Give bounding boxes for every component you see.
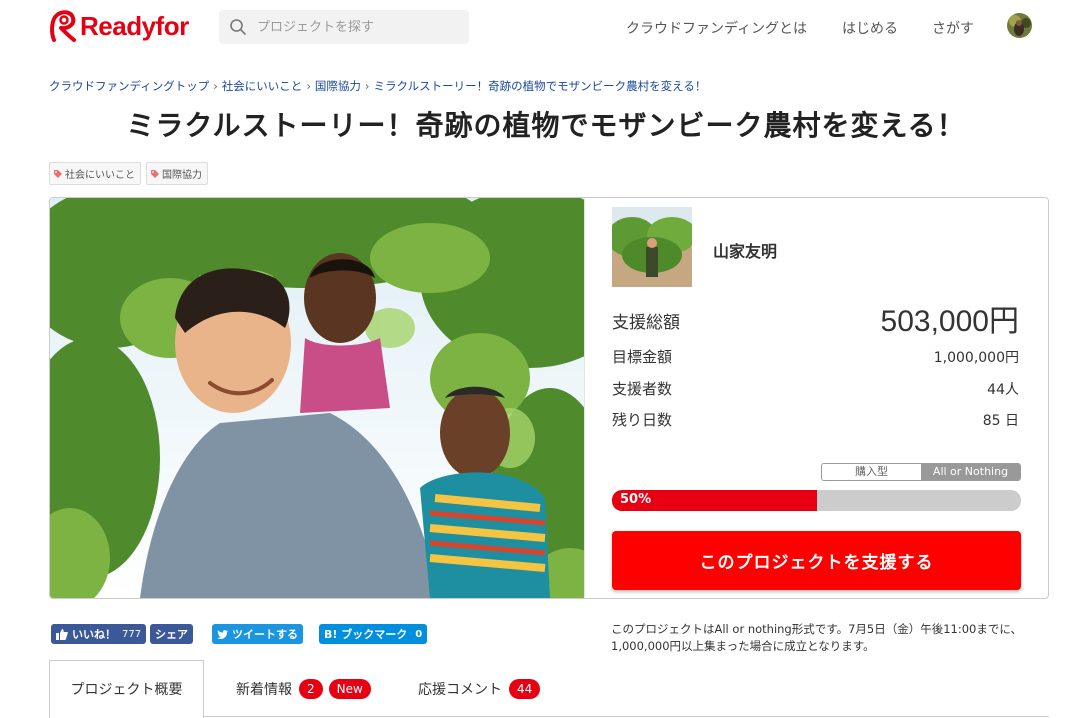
backers-value: 44人: [987, 382, 1019, 398]
search-icon: [230, 19, 246, 35]
tab-updates[interactable]: 新着情報 2 New: [236, 679, 371, 699]
goal-value: 1,000,000円: [933, 350, 1019, 366]
bookmark-count: 0: [415, 628, 423, 640]
tab-overview[interactable]: プロジェクト概要: [49, 660, 204, 718]
all-or-nothing-note: このプロジェクトはAll or nothing形式です。7月5日（金）午後11:…: [611, 622, 1023, 653]
total-value: 503,000円: [880, 305, 1019, 338]
hatena-bookmark-button[interactable]: B! ブックマーク 0: [319, 624, 428, 644]
tag-icon: [54, 169, 62, 178]
breadcrumb-current[interactable]: ミラクルストーリー！奇跡の植物でモザンビーク農村を変える！: [374, 79, 707, 93]
days-value: 85 日: [982, 413, 1019, 429]
breadcrumb-top[interactable]: クラウドファンディングトップ: [49, 79, 209, 93]
tag-social-good[interactable]: 社会にいいこと: [49, 162, 141, 185]
breadcrumb-category[interactable]: 社会にいいこと: [222, 79, 303, 93]
tag-icon: [151, 169, 159, 178]
type-all-or-nothing: All or Nothing: [921, 464, 1020, 480]
progress-bar: 50%: [612, 490, 1021, 511]
project-summary: 山家友明 支援総額 503,000円 目標金額 1,000,000円 支援者数 …: [584, 198, 1048, 598]
search-box[interactable]: [219, 10, 469, 44]
updates-count-badge: 2: [299, 679, 323, 699]
hero-photo: [50, 198, 640, 598]
nav-about[interactable]: クラウドファンディングとは: [626, 18, 807, 38]
facebook-share-button[interactable]: シェア: [150, 624, 193, 644]
twitter-bird-icon: [217, 629, 228, 639]
goal-label: 目標金額: [612, 348, 673, 366]
total-label: 支援総額: [612, 313, 680, 333]
page-title: ミラクルストーリー！奇跡の植物でモザンビーク農村を変える！: [126, 109, 966, 142]
readyfor-logo[interactable]: Readyfor: [48, 8, 189, 44]
tag-list: 社会にいいこと 国際協力: [49, 162, 208, 185]
breadcrumb-subcategory[interactable]: 国際協力: [315, 79, 361, 93]
backers-label: 支援者数: [612, 380, 673, 398]
project-card: 山家友明 支援総額 503,000円 目標金額 1,000,000円 支援者数 …: [49, 197, 1049, 599]
search-input[interactable]: [257, 19, 457, 35]
type-purchase: 購入型: [822, 464, 921, 480]
nav-search[interactable]: さがす: [932, 18, 974, 38]
tag-international[interactable]: 国際協力: [146, 162, 208, 185]
tweet-button[interactable]: ツイートする: [212, 624, 303, 644]
thumbs-up-icon: [56, 628, 68, 640]
hero-image[interactable]: [50, 198, 640, 598]
owner-name[interactable]: 山家友明: [713, 238, 777, 262]
support-button[interactable]: このプロジェクトを支援する: [612, 531, 1021, 590]
tab-comments[interactable]: 応援コメント 44: [418, 679, 541, 699]
comments-count-badge: 44: [509, 679, 541, 699]
logo-text: Readyfor: [80, 10, 189, 41]
days-label: 残り日数: [612, 411, 673, 429]
like-count: 777: [122, 628, 142, 640]
progress-percent: 50%: [620, 492, 652, 507]
site-header: Readyfor クラウドファンディングとは はじめる さがす: [0, 0, 1092, 56]
nav-start[interactable]: はじめる: [842, 18, 898, 38]
user-avatar[interactable]: [1007, 13, 1032, 38]
facebook-like-button[interactable]: いいね！ 777: [51, 624, 147, 644]
owner-photo[interactable]: [607, 207, 697, 287]
breadcrumb: クラウドファンディングトップ › 社会にいいこと › 国際協力 › ミラクルストーリー！奇跡…: [49, 79, 707, 93]
funding-type-toggle: 購入型 All or Nothing: [821, 463, 1021, 481]
new-badge: New: [328, 679, 371, 699]
readyfor-r-icon: [50, 10, 76, 42]
